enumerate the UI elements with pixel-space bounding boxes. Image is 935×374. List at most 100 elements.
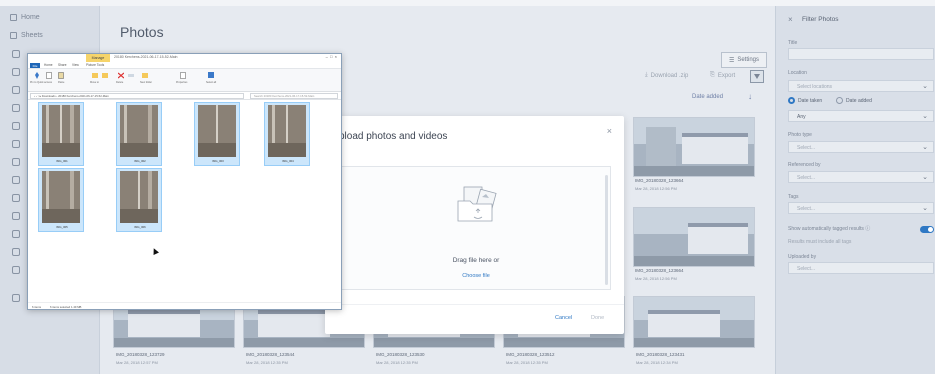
search-icon[interactable] [12,248,20,256]
filter-toggle-button[interactable] [750,70,764,83]
download-zip-button[interactable]: ⤓ Download .zip [645,72,688,79]
picture-tools-menu[interactable]: Picture Tools [86,63,104,67]
radio-unselected-icon [836,97,843,104]
filter-close-icon[interactable]: × [788,15,793,24]
date-added-label: Date added [846,97,872,104]
submittals-icon[interactable] [12,104,20,112]
photo-thumbnail[interactable] [633,117,755,177]
explorer-title: 20180 Kerchens-2021-06-17-15-52-Main [114,55,178,59]
properties-icon[interactable] [180,72,186,79]
referenced-by-label: Referenced by [788,162,821,168]
rfi-icon[interactable] [12,86,20,94]
link-icon[interactable] [12,266,20,274]
members-icon[interactable] [12,212,20,220]
file-dropzone[interactable]: Drag file here or Choose file [339,166,611,290]
settings-button[interactable]: ☰ Settings [721,52,767,68]
date-range-select[interactable]: Any ⌄ [788,110,934,122]
sort-dropdown[interactable]: Date added [692,94,723,100]
file-thumbnail [120,105,158,157]
title-input[interactable] [788,48,934,60]
photo-type-placeholder: Select... [797,145,816,151]
forms-icon[interactable] [12,140,20,148]
chevron-down-icon: ⌄ [922,205,928,212]
file-item[interactable]: IMG_001 [38,102,84,166]
files-icon[interactable] [12,50,20,58]
delete-icon[interactable] [118,72,124,79]
address-input[interactable]: ‹ › ↑ ▸ Downloads › 20180 Kerchens-2021-… [30,93,244,99]
choose-file-link[interactable]: Choose file [340,273,612,279]
rename-icon[interactable] [128,72,134,79]
file-item[interactable]: IMG_004 [264,102,310,166]
ribbon-label: Select all [206,81,217,84]
chevron-down-icon: ⌄ [922,113,928,120]
paste-icon[interactable] [58,72,64,79]
location-select[interactable]: Select locations ⌄ [788,80,934,92]
manage-tab[interactable]: Manage [86,54,110,62]
uploaded-by-label: Uploaded by [788,254,817,260]
issues-icon[interactable] [12,68,20,76]
uploaded-by-select[interactable]: Select... [788,262,934,274]
file-item[interactable]: IMG_002 [116,102,162,166]
explorer-search-input[interactable]: Search 20180 Kerchens-2021-06-17-15-52-M… [250,93,338,99]
chevron-down-icon: ⌄ [922,174,928,181]
photo-date: Mar 28, 2018 12:35 PM [246,360,288,365]
new-folder-icon[interactable] [142,72,148,79]
date-added-radio[interactable]: Date added [836,97,872,104]
photo-type-select[interactable]: Select... ⌄ [788,141,934,153]
home-menu[interactable]: Home [44,63,53,67]
export-icon: ⎘ [710,72,715,78]
pin-icon[interactable] [34,72,40,79]
file-item[interactable]: IMG_005 [38,168,84,232]
date-taken-radio[interactable]: Date taken [788,97,822,104]
settings-label: Settings [737,57,760,63]
referenced-by-select[interactable]: Select... ⌄ [788,171,934,183]
copy-to-icon[interactable] [102,72,108,79]
copy-icon[interactable] [46,72,52,79]
location-label: Location [788,70,807,76]
move-to-icon[interactable] [92,72,98,79]
file-thumbnail [198,105,236,157]
explorer-titlebar[interactable]: Manage 20180 Kerchens-2021-06-17-15-52-M… [28,54,341,62]
ribbon-label: New folder [140,81,152,84]
file-item[interactable]: IMG_006 [116,168,162,232]
location-placeholder: Select locations [797,84,833,90]
nav-item-sheets[interactable]: Sheets [10,32,43,39]
close-icon[interactable]: × [607,126,612,136]
photo-date: Mar 28, 2018 12:57 PM [116,360,158,365]
view-menu[interactable]: View [72,63,79,67]
file-item[interactable]: IMG_003 [194,102,240,166]
photo-name: IMG_20180328_123530 [376,352,425,357]
photo-date: Mar 28, 2018 12:34 PM [636,360,678,365]
window-controls[interactable]: – □ × [326,54,337,59]
photo-thumbnail[interactable] [633,296,755,348]
export-button[interactable]: ⎘ Export [710,72,735,79]
cancel-button[interactable]: Cancel [555,315,572,321]
photo-date: Mar 28, 2018 12:56 PM [635,186,677,191]
auto-tag-toggle[interactable] [920,226,934,233]
done-button[interactable]: Done [591,315,604,321]
cost-icon[interactable] [12,230,20,238]
home-icon [10,14,17,21]
meetings-icon[interactable] [12,176,20,184]
status-selected: 6 items selected 1.49 MB [50,305,82,309]
reports-icon[interactable] [12,194,20,202]
select-all-icon[interactable] [208,72,214,79]
photos-icon[interactable] [12,122,20,130]
schedule-icon[interactable] [12,158,20,166]
dropzone-scrollbar[interactable] [605,175,608,285]
share-menu[interactable]: Share [58,63,67,67]
download-label: Download .zip [650,72,689,79]
file-explorer-window: Manage 20180 Kerchens-2021-06-17-15-52-M… [27,53,342,310]
photo-type-label: Photo type [788,132,812,138]
status-item-count: 6 items [32,305,42,309]
photo-thumbnail[interactable] [633,207,755,267]
nav-sheets-label: Sheets [21,32,43,39]
tags-select[interactable]: Select... ⌄ [788,202,934,214]
nav-item-home[interactable]: Home [10,14,40,21]
date-taken-label: Date taken [798,97,823,104]
sort-direction-icon[interactable]: ↓ [748,92,752,101]
explorer-status-bar: 6 items 6 items selected 1.49 MB [28,302,341,309]
export-label: Export [717,72,736,79]
radio-selected-icon [788,97,795,104]
settings-gear-icon[interactable] [12,294,20,302]
